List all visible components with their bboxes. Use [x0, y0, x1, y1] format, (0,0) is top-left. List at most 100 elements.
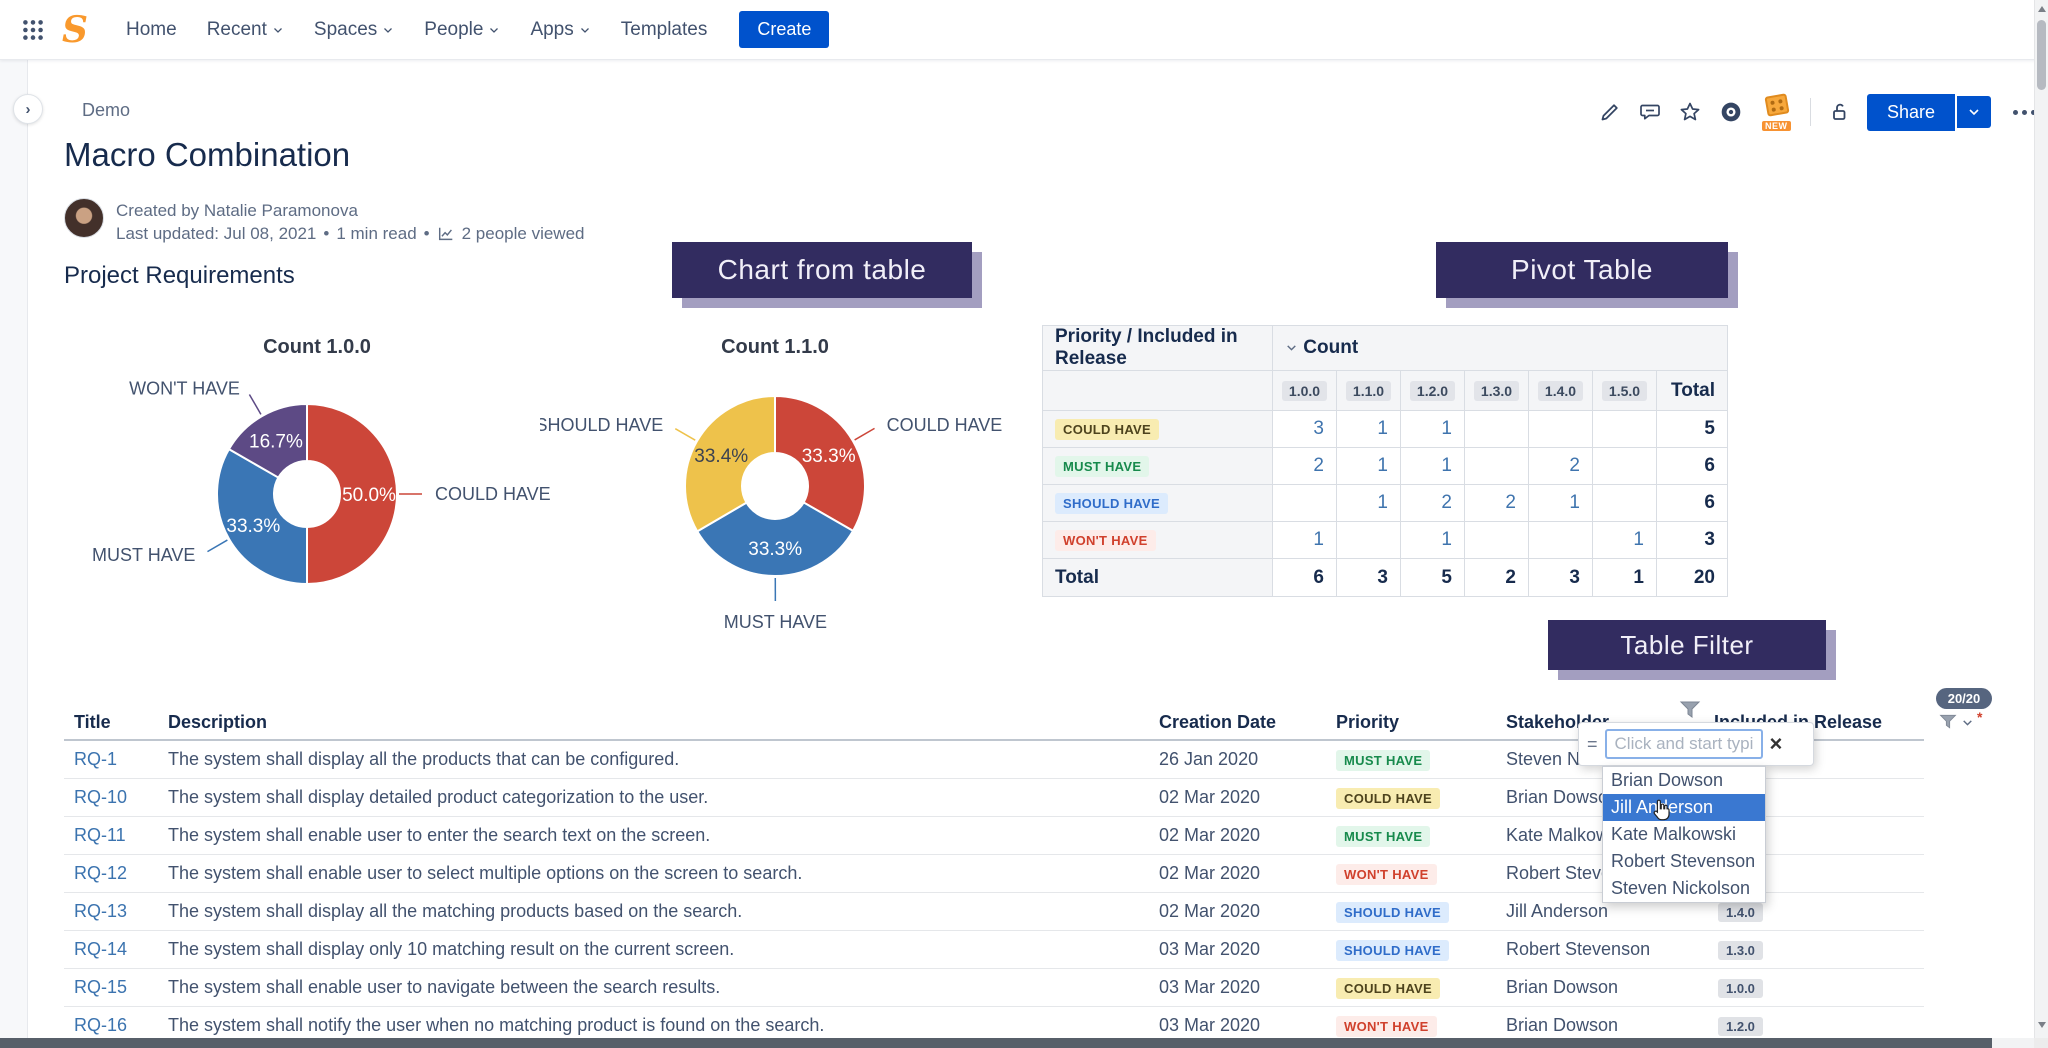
priority-badge: WON'T HAVE	[1055, 530, 1156, 551]
section-heading: Project Requirements	[64, 262, 295, 290]
release-pill: 1.3.0	[1718, 941, 1763, 960]
filter-option[interactable]: Steven Nickolson	[1603, 875, 1765, 902]
pencil-icon	[1598, 100, 1622, 124]
priority-badge: SHOULD HAVE	[1336, 940, 1449, 961]
requirement-link[interactable]: RQ-15	[74, 977, 127, 997]
vertical-scroll-thumb[interactable]	[2037, 20, 2046, 90]
edit-button[interactable]	[1598, 100, 1622, 124]
filter-funnel-icon	[1938, 712, 1958, 732]
scroll-down-arrow[interactable]	[2038, 1022, 2046, 1028]
nav-templates[interactable]: Templates	[621, 19, 708, 41]
table-filter-controls[interactable]: *	[1938, 712, 1982, 732]
analytics-new-button[interactable]: NEW	[1760, 93, 1794, 131]
pivot-table: Priority / Included in Release Count 1.0…	[1042, 325, 1728, 597]
vertical-scrollbar[interactable]	[2034, 0, 2048, 1038]
svg-text:33.3%: 33.3%	[748, 539, 802, 560]
nav-spaces[interactable]: Spaces	[314, 19, 394, 41]
star-icon	[1678, 100, 1702, 124]
filter-option[interactable]: Brian Dowson	[1603, 767, 1765, 794]
nav-recent[interactable]: Recent	[207, 19, 284, 41]
release-column-pill: 1.5.0	[1602, 381, 1647, 401]
requirement-link[interactable]: RQ-11	[74, 825, 126, 845]
requirement-link[interactable]: RQ-10	[74, 787, 127, 807]
requirement-link[interactable]: RQ-1	[74, 749, 117, 769]
filter-option[interactable]: Robert Stevenson	[1603, 848, 1765, 875]
byline: Created by Natalie Paramonova Last updat…	[116, 199, 585, 245]
requirement-link[interactable]: RQ-16	[74, 1015, 127, 1035]
chevron-down-icon	[382, 24, 394, 36]
promo-icon	[1764, 93, 1789, 117]
priority-badge: WON'T HAVE	[1336, 1016, 1437, 1037]
chevron-down-icon	[579, 24, 591, 36]
app-logo[interactable]: S	[62, 12, 88, 48]
byline-views[interactable]: 2 people viewed	[462, 222, 585, 245]
release-column-pill: 1.2.0	[1410, 381, 1455, 401]
col-description: Description	[158, 712, 1149, 733]
chevron-down-icon	[1961, 716, 1974, 729]
release-pill: 1.2.0	[1718, 1017, 1763, 1036]
row-count-badge: 20/20	[1936, 688, 1992, 709]
mouse-cursor	[1648, 798, 1674, 829]
release-pill: 1.0.0	[1718, 979, 1763, 998]
stakeholder-filter-popup: = ×	[1578, 722, 1814, 766]
byline-read-time: 1 min read	[336, 222, 416, 245]
pivot-total-row-label: Total	[1043, 559, 1273, 597]
filter-option[interactable]: Kate Malkowski	[1603, 821, 1765, 848]
filter-input[interactable]	[1605, 729, 1763, 759]
priority-badge: COULD HAVE	[1055, 419, 1159, 440]
horizontal-scrollbar[interactable]	[0, 1038, 2048, 1048]
byline-updated: Last updated: Jul 08, 2021	[116, 222, 316, 245]
author-avatar[interactable]	[64, 198, 104, 238]
priority-badge: SHOULD HAVE	[1055, 493, 1168, 514]
favourite-button[interactable]	[1678, 100, 1702, 124]
new-badge: NEW	[1762, 121, 1791, 131]
share-dropdown-button[interactable]	[1957, 96, 1991, 128]
nav-home[interactable]: Home	[126, 19, 177, 41]
table-row: RQ-14 The system shall display only 10 m…	[64, 931, 1924, 969]
byline-created: Created by Natalie Paramonova	[116, 199, 585, 222]
requirement-link[interactable]: RQ-14	[74, 939, 127, 959]
priority-badge: WON'T HAVE	[1336, 864, 1437, 885]
svg-text:16.7%: 16.7%	[249, 431, 303, 452]
chevron-down-icon	[1285, 341, 1298, 354]
toolbar-divider	[1810, 98, 1811, 126]
expand-sidebar-button[interactable]: ›	[13, 94, 43, 124]
release-column-pill: 1.0.0	[1282, 381, 1327, 401]
page-title: Macro Combination	[64, 136, 350, 174]
scroll-up-arrow[interactable]	[2038, 6, 2046, 12]
close-icon[interactable]: ×	[1770, 734, 1783, 754]
comments-button[interactable]	[1638, 100, 1662, 124]
svg-text:WON'T HAVE: WON'T HAVE	[129, 378, 240, 398]
banner-pivot-table: Pivot Table	[1436, 242, 1728, 298]
requirement-link[interactable]: RQ-13	[74, 901, 127, 921]
nav-people[interactable]: People	[424, 19, 500, 41]
eye-icon	[1718, 99, 1744, 125]
release-pill: 1.4.0	[1718, 903, 1763, 922]
chevron-down-icon	[488, 24, 500, 36]
share-button[interactable]: Share	[1867, 94, 1955, 131]
nav-apps[interactable]: Apps	[530, 19, 590, 41]
app-switcher-icon[interactable]	[20, 17, 46, 43]
priority-badge: COULD HAVE	[1336, 788, 1440, 809]
svg-text:50.0%: 50.0%	[342, 485, 396, 506]
priority-badge: MUST HAVE	[1336, 750, 1430, 771]
comment-icon	[1638, 100, 1662, 124]
create-button[interactable]: Create	[739, 11, 829, 48]
svg-text:MUST HAVE: MUST HAVE	[724, 612, 827, 632]
requirement-link[interactable]: RQ-12	[74, 863, 127, 883]
filter-option-selected[interactable]: Jill Anderson	[1603, 794, 1765, 821]
watch-button[interactable]	[1718, 99, 1744, 125]
svg-text:33.3%: 33.3%	[226, 516, 280, 537]
priority-badge: MUST HAVE	[1336, 826, 1430, 847]
horizontal-scroll-thumb[interactable]	[0, 1038, 1992, 1048]
col-creation-date: Creation Date	[1149, 712, 1326, 733]
pivot-measure-header[interactable]: Count	[1273, 326, 1728, 371]
pivot-total-column-header: Total	[1657, 371, 1728, 411]
filter-operator: =	[1587, 734, 1598, 755]
table-row: RQ-15 The system shall enable user to na…	[64, 969, 1924, 1007]
breadcrumb[interactable]: Demo	[82, 100, 130, 121]
restrictions-button[interactable]	[1827, 100, 1851, 124]
banner-chart-from-table: Chart from table	[672, 242, 972, 298]
svg-text:MUST HAVE: MUST HAVE	[92, 545, 195, 565]
col-title: Title	[64, 712, 158, 733]
